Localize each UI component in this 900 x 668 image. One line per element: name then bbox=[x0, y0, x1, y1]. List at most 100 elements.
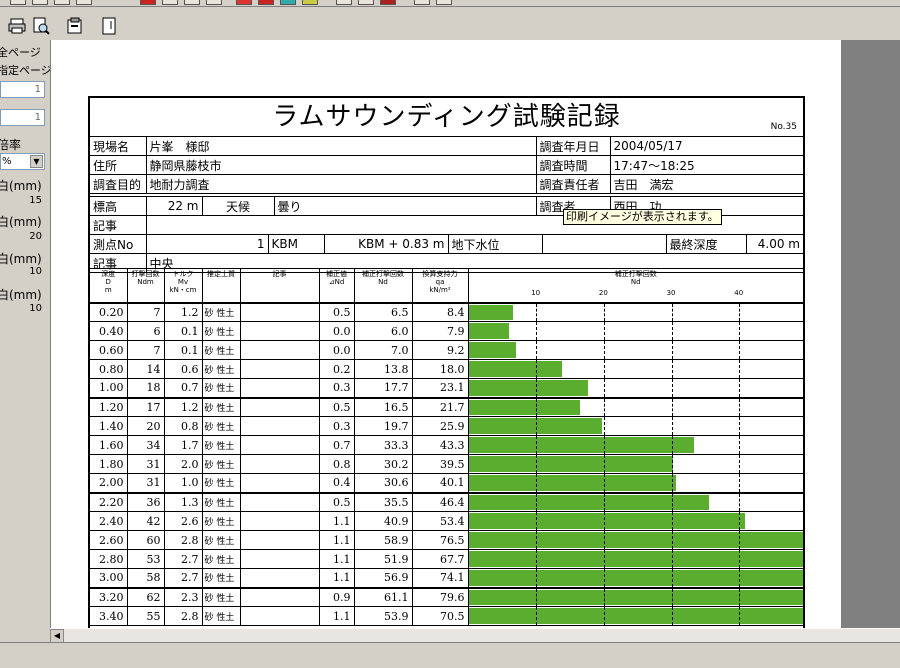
margin-bottom-field[interactable]: 20 bbox=[0, 229, 45, 246]
scroll-left-icon[interactable]: ◀ bbox=[50, 629, 64, 643]
toolbar-button[interactable] bbox=[140, 0, 156, 5]
nd-bar bbox=[469, 532, 803, 548]
preview-toolbar bbox=[0, 8, 900, 40]
print-settings-panel: 全ページ 指定ページ 1 1 倍率 % ▼ 白(mm) 15 白(mm) 20 … bbox=[0, 40, 50, 628]
depth-cell: 3.20 bbox=[90, 586, 128, 607]
depth-cell: 2.60 bbox=[90, 530, 128, 550]
remarks-cell bbox=[239, 586, 320, 607]
torque-cell: 0.1 bbox=[163, 340, 203, 360]
toolbar-button[interactable] bbox=[76, 0, 92, 5]
blows-cell: 7 bbox=[126, 340, 165, 360]
margin-top-field[interactable]: 15 bbox=[0, 193, 45, 210]
toolbar-button[interactable] bbox=[280, 0, 296, 5]
remarks-cell bbox=[239, 416, 320, 436]
qa-cell: 39.5 bbox=[411, 454, 469, 474]
toolbar-button[interactable] bbox=[162, 0, 178, 5]
gridline bbox=[739, 304, 741, 321]
page-setup-icon[interactable] bbox=[64, 15, 86, 37]
blows-cell: 31 bbox=[126, 454, 165, 474]
gridline bbox=[671, 417, 673, 435]
remarks-cell bbox=[239, 473, 320, 493]
gridline bbox=[536, 417, 538, 435]
toolbar-button[interactable] bbox=[358, 0, 374, 5]
correction-cell: 1.1 bbox=[318, 511, 355, 531]
chart-cell bbox=[467, 568, 803, 588]
header-remarks: 記事 bbox=[239, 268, 320, 303]
nd-cell: 51.9 bbox=[353, 549, 413, 569]
torque-cell: 2.8 bbox=[163, 606, 203, 626]
all-pages-option[interactable]: 全ページ bbox=[0, 44, 41, 60]
zoom-select[interactable]: % ▼ bbox=[0, 153, 45, 170]
torque-cell: 2.7 bbox=[163, 549, 203, 569]
print-preview-icon[interactable] bbox=[30, 15, 52, 37]
toolbar-button[interactable] bbox=[414, 0, 430, 5]
tick-label: 20 bbox=[598, 289, 608, 297]
blows-cell: 42 bbox=[126, 511, 165, 531]
toolbar-button[interactable] bbox=[336, 0, 352, 5]
tick-label: 30 bbox=[666, 289, 676, 297]
torque-cell: 2.3 bbox=[163, 586, 203, 607]
gridline bbox=[536, 550, 538, 568]
soil-cell: 砂 性土 bbox=[201, 491, 241, 512]
nd-cell: 53.9 bbox=[353, 606, 413, 626]
toolbar-button[interactable] bbox=[380, 0, 396, 5]
toolbar-button[interactable] bbox=[184, 0, 200, 5]
elevation-label: 標高 bbox=[90, 196, 147, 216]
chart-cell bbox=[467, 606, 803, 626]
gridline bbox=[739, 417, 741, 435]
nd-bar bbox=[469, 475, 676, 491]
gridline bbox=[603, 531, 605, 549]
remarks-cell bbox=[239, 435, 320, 455]
gridline bbox=[603, 589, 605, 606]
toolbar-button[interactable] bbox=[258, 0, 274, 5]
gridline bbox=[739, 531, 741, 549]
nd-cell: 17.7 bbox=[353, 378, 413, 398]
header-correction: 補正値 ⊿Nd bbox=[318, 268, 355, 303]
nd-bar bbox=[469, 494, 709, 510]
page-icon[interactable] bbox=[98, 15, 120, 37]
specified-pages-option[interactable]: 指定ページ bbox=[0, 62, 50, 78]
toolbar-button[interactable] bbox=[10, 0, 26, 5]
depth-cell: 1.80 bbox=[90, 454, 128, 474]
toolbar-button[interactable] bbox=[54, 0, 70, 5]
remarks-cell bbox=[239, 511, 320, 531]
depth-cell: 2.40 bbox=[90, 511, 128, 531]
gridline bbox=[739, 436, 741, 454]
chart-header: 補正打撃回数 Nd 10 20 30 40 bbox=[467, 268, 803, 303]
nd-bar bbox=[469, 323, 510, 339]
gridline bbox=[739, 512, 741, 530]
chart-cell bbox=[467, 359, 803, 379]
gridline bbox=[739, 399, 741, 416]
toolbar-button[interactable] bbox=[206, 0, 222, 5]
depth-cell: 2.00 bbox=[90, 473, 128, 493]
gridline bbox=[603, 550, 605, 568]
page-to-field[interactable]: 1 bbox=[0, 109, 45, 126]
table-row: 1.20 17 1.2 砂 性土 0.5 16.5 21.7 bbox=[90, 396, 803, 417]
info-table: 現場名 片峯 様邸 調査年月日 2004/05/17 住所 静岡県藤枝市 調査時… bbox=[90, 136, 803, 194]
margin-left-field[interactable]: 10 bbox=[0, 264, 45, 281]
chevron-down-icon[interactable]: ▼ bbox=[30, 155, 43, 168]
torque-cell: 2.8 bbox=[163, 530, 203, 550]
table-row: 3.20 62 2.3 砂 性土 0.9 61.1 79.6 bbox=[90, 586, 803, 607]
horizontal-scrollbar[interactable]: ◀ bbox=[50, 628, 900, 643]
chief-label: 調査責任者 bbox=[535, 174, 611, 194]
weather-label: 天候 bbox=[201, 196, 275, 216]
toolbar-button[interactable] bbox=[302, 0, 318, 5]
toolbar-button[interactable] bbox=[32, 0, 48, 5]
status-bar bbox=[0, 642, 900, 668]
gridline bbox=[739, 569, 741, 587]
print-preview-area[interactable]: ラムサウンディング試験記録 No.35 現場名 片峯 様邸 調査年月日 2004… bbox=[50, 40, 900, 628]
chart-cell bbox=[467, 454, 803, 474]
blows-cell: 55 bbox=[126, 606, 165, 626]
toolbar-button[interactable] bbox=[436, 0, 452, 5]
qa-cell: 43.3 bbox=[411, 435, 469, 455]
note-label: 記事 bbox=[90, 215, 147, 235]
page-from-field[interactable]: 1 bbox=[0, 81, 45, 98]
margin-right-field[interactable]: 10 bbox=[0, 301, 45, 318]
survey-time-label: 調査時間 bbox=[535, 155, 611, 175]
qa-cell: 46.4 bbox=[411, 491, 469, 512]
torque-cell: 0.7 bbox=[163, 378, 203, 398]
gridline bbox=[671, 322, 673, 340]
print-icon[interactable] bbox=[6, 15, 28, 37]
toolbar-button[interactable] bbox=[236, 0, 252, 5]
